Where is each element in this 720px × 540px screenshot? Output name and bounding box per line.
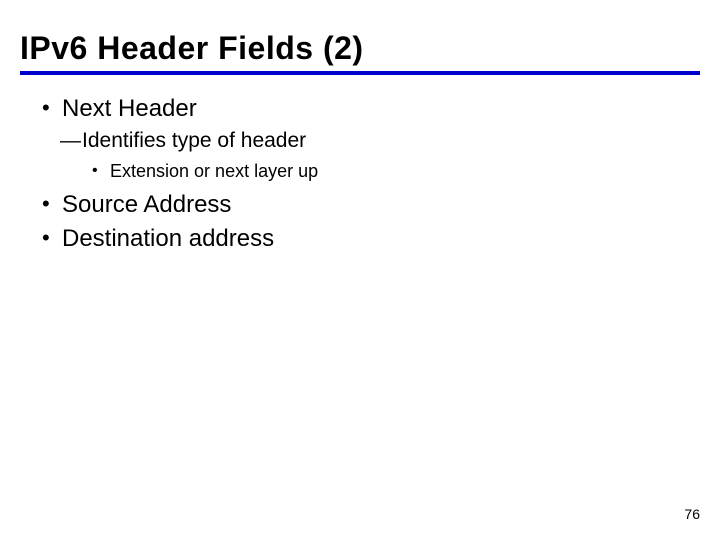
bullet-next-header: Next Header xyxy=(20,93,700,125)
slide-container: IPv6 Header Fields (2) Next Header Ident… xyxy=(0,0,720,540)
bullet-destination-address: Destination address xyxy=(20,223,700,255)
subbullet-identifies-type: Identifies type of header xyxy=(20,127,700,155)
bullet-list: Next Header Identifies type of header Ex… xyxy=(20,93,700,256)
slide-title: IPv6 Header Fields (2) xyxy=(20,30,700,67)
bullet-source-address: Source Address xyxy=(20,189,700,221)
subsubbullet-extension: Extension or next layer up xyxy=(20,158,700,185)
page-number: 76 xyxy=(684,506,700,522)
title-underline xyxy=(20,71,700,75)
